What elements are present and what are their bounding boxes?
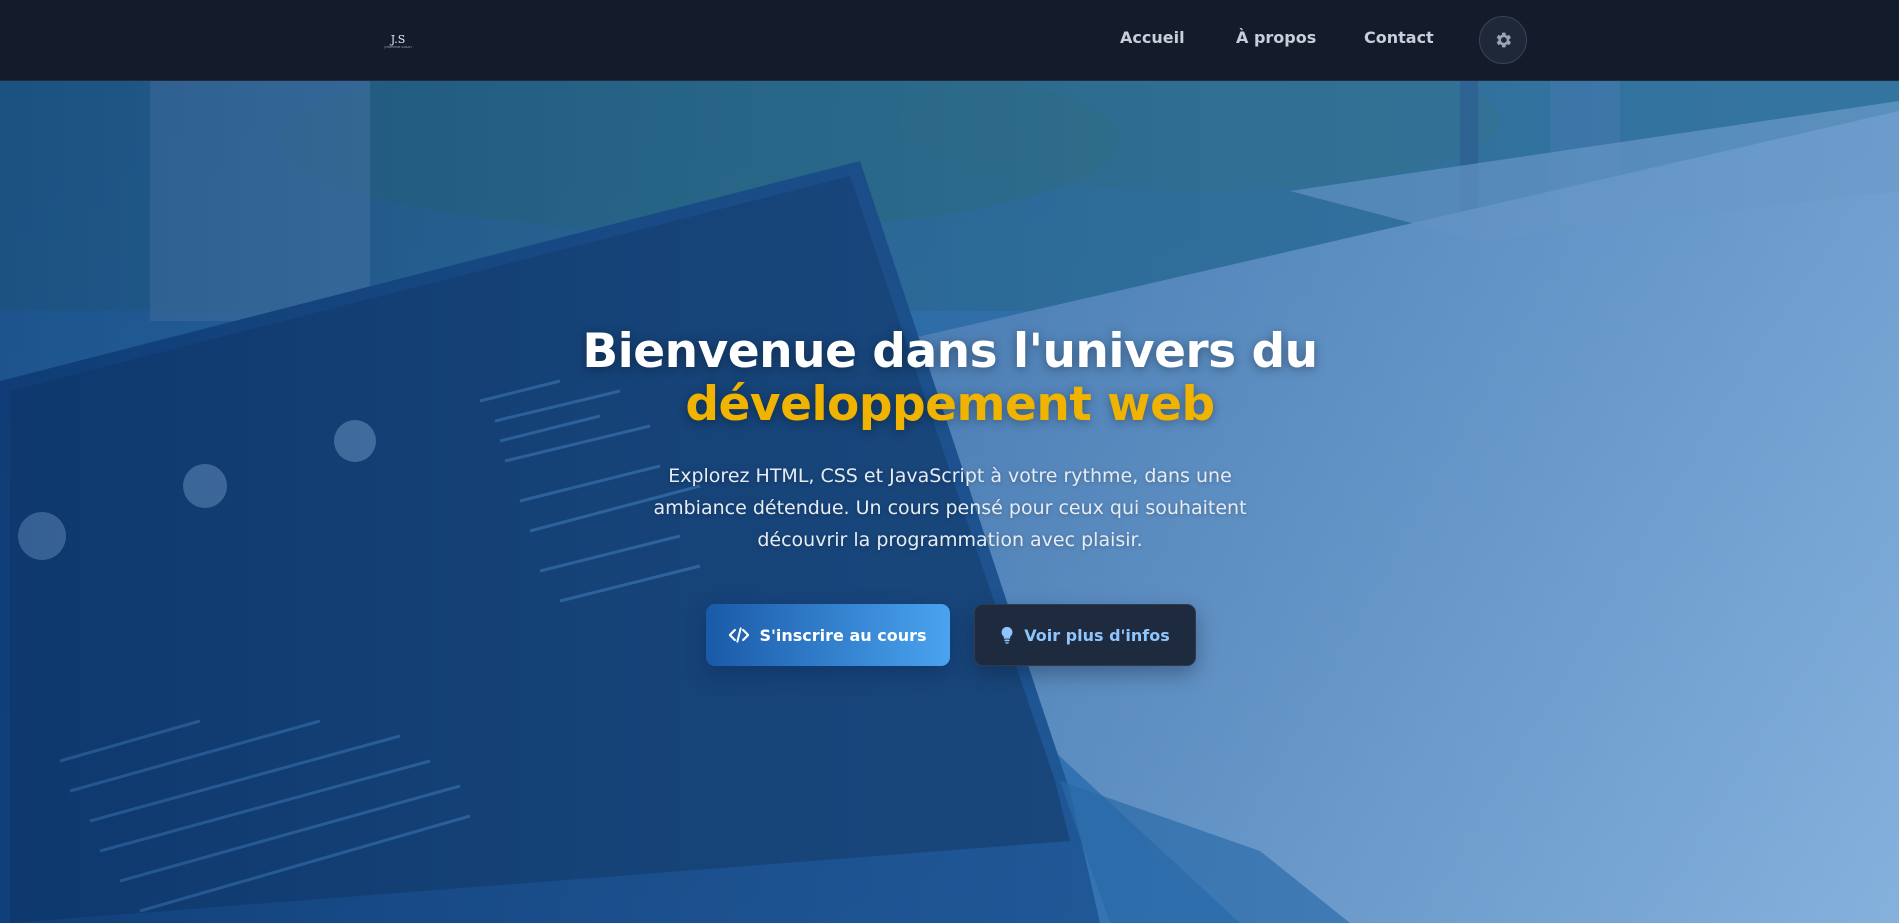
site-logo[interactable]: J.S JOSEPHINE SARAH [380, 30, 416, 52]
more-info-button[interactable]: Voir plus d'infos [974, 604, 1196, 666]
nav-link-contact[interactable]: Contact [1364, 28, 1434, 52]
enroll-button[interactable]: S'inscrire au cours [706, 604, 950, 666]
nav-link-a-propos[interactable]: À propos [1236, 28, 1316, 52]
gear-icon [1496, 32, 1511, 48]
more-info-button-label: Voir plus d'infos [1024, 625, 1170, 645]
logo-mark: J.S [390, 32, 406, 46]
hero-title-highlight: développement web [685, 377, 1215, 432]
nav-link-accueil[interactable]: Accueil [1120, 28, 1185, 52]
navbar: J.S JOSEPHINE SARAH Accueil À propos Con… [0, 0, 1899, 81]
hero-section: Bienvenue dans l'univers du développemen… [0, 81, 1899, 923]
logo-subtext: JOSEPHINE SARAH [384, 44, 412, 49]
hero-title-line1: Bienvenue dans l'univers du [582, 324, 1318, 379]
theme-toggle-button[interactable] [1479, 16, 1527, 64]
code-icon [729, 627, 750, 643]
hero-description: Explorez HTML, CSS et JavaScript à votre… [653, 465, 1247, 551]
lightbulb-icon [1001, 626, 1013, 644]
hero-title: Bienvenue dans l'univers du développemen… [450, 325, 1450, 431]
enroll-button-label: S'inscrire au cours [759, 625, 927, 645]
